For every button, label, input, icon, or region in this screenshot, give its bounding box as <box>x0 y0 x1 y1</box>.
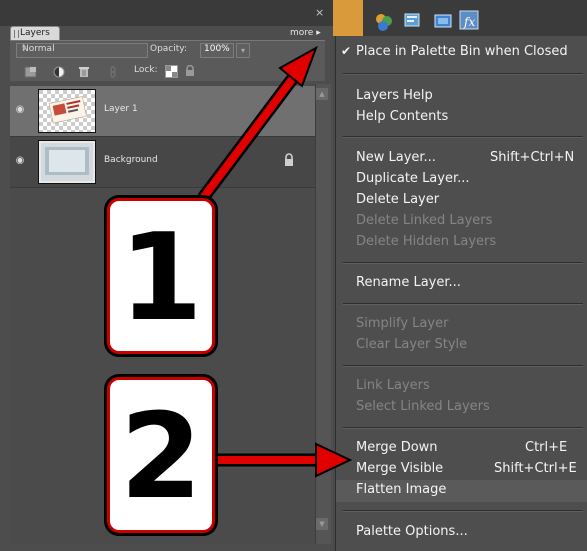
layer-name: Layer 1 <box>104 104 138 114</box>
opacity-field[interactable]: 100% <box>200 43 234 58</box>
menu-separator <box>343 365 583 367</box>
opacity-label: Opacity: <box>150 44 187 54</box>
scroll-down-icon[interactable]: ▼ <box>316 518 328 530</box>
shortcut-merge-down: Ctrl+E <box>525 440 568 455</box>
menu-item-link-layers: Link Layers <box>356 378 430 393</box>
lock-transparency-icon[interactable] <box>165 65 178 78</box>
step-2-number: 2 <box>119 387 203 525</box>
menu-separator <box>343 262 583 264</box>
new-layer-icon[interactable] <box>24 66 38 78</box>
blend-mode-select[interactable]: Normal ▾ <box>16 43 148 58</box>
menu-item-rename-layer[interactable]: Rename Layer... <box>356 275 461 290</box>
close-icon[interactable]: × <box>315 6 324 19</box>
menu-item-merge-down[interactable]: Merge Down <box>356 440 438 455</box>
layer-row-layer-1[interactable]: ◉ Layer 1 <box>10 86 315 137</box>
canvas-edge <box>333 0 363 36</box>
more-label: more <box>290 28 314 38</box>
tab-layers-label: Layers <box>20 28 50 38</box>
opacity-dropdown-icon[interactable]: ▾ <box>236 43 250 58</box>
lock-icon <box>285 153 293 166</box>
panel-title-bar <box>0 0 333 26</box>
info-palette-icon[interactable] <box>404 12 422 30</box>
menu-item-select-linked-layers: Select Linked Layers <box>356 399 490 414</box>
shortcut-new-layer: Shift+Ctrl+N <box>490 150 575 165</box>
layer-1-thumbnail <box>38 89 96 133</box>
triangle-right-icon: ▸ <box>316 28 321 38</box>
callout-step-2: 2 <box>107 377 215 533</box>
chevron-down-icon: ▾ <box>22 44 27 54</box>
link-icon[interactable] <box>108 66 118 78</box>
eye-icon[interactable]: ◉ <box>13 155 27 167</box>
menu-separator <box>343 73 583 75</box>
lock-label: Lock: <box>134 65 158 75</box>
layer-row-background[interactable]: ◉ Background <box>10 137 315 188</box>
menu-item-palette-options[interactable]: Palette Options... <box>356 524 468 539</box>
menu-item-delete-layer[interactable]: Delete Layer <box>356 192 439 207</box>
menu-item-merge-visible[interactable]: Merge Visible <box>356 461 443 476</box>
menu-item-flatten-image[interactable]: Flatten Image <box>356 482 446 497</box>
trash-icon[interactable] <box>78 66 90 78</box>
menu-item-help-contents[interactable]: Help Contents <box>356 109 448 124</box>
callout-step-1: 1 <box>107 198 215 354</box>
menu-item-layers-help[interactable]: Layers Help <box>356 88 433 103</box>
tab-layers[interactable]: Layers <box>10 26 60 41</box>
step-1-number: 1 <box>119 209 203 348</box>
menu-item-place-in-bin[interactable]: Place in Palette Bin when Closed <box>356 44 568 59</box>
grip-icon <box>14 30 19 38</box>
shortcut-merge-visible: Shift+Ctrl+E <box>494 461 577 476</box>
menu-item-clear-layer-style: Clear Layer Style <box>356 337 468 352</box>
menu-separator <box>343 303 583 305</box>
more-button[interactable]: more ▸ <box>290 28 321 38</box>
scroll-up-icon[interactable]: ▲ <box>316 88 328 100</box>
menu-item-duplicate-layer[interactable]: Duplicate Layer... <box>356 171 470 186</box>
menu-separator <box>343 136 583 138</box>
background-thumbnail <box>38 140 96 184</box>
menu-item-delete-hidden-layers: Delete Hidden Layers <box>356 234 497 249</box>
layers-scrollbar[interactable] <box>315 84 331 544</box>
menu-item-delete-linked-layers: Delete Linked Layers <box>356 213 493 228</box>
effects-fx-icon[interactable]: fx <box>459 10 481 32</box>
menu-separator <box>343 427 583 429</box>
menu-item-simplify-layer: Simplify Layer <box>356 316 449 331</box>
menu-item-new-layer[interactable]: New Layer... <box>356 150 436 165</box>
svg-text:fx: fx <box>463 15 475 29</box>
navigator-icon[interactable] <box>434 12 452 30</box>
color-swatches-icon[interactable] <box>374 12 394 32</box>
lock-icon[interactable] <box>184 65 196 77</box>
eye-icon[interactable]: ◉ <box>13 104 27 116</box>
adjustment-layer-icon[interactable] <box>52 66 66 78</box>
menu-separator <box>343 510 583 512</box>
layer-name: Background <box>104 155 158 165</box>
check-icon: ✔ <box>341 44 352 58</box>
opacity-value: 100% <box>204 44 230 54</box>
